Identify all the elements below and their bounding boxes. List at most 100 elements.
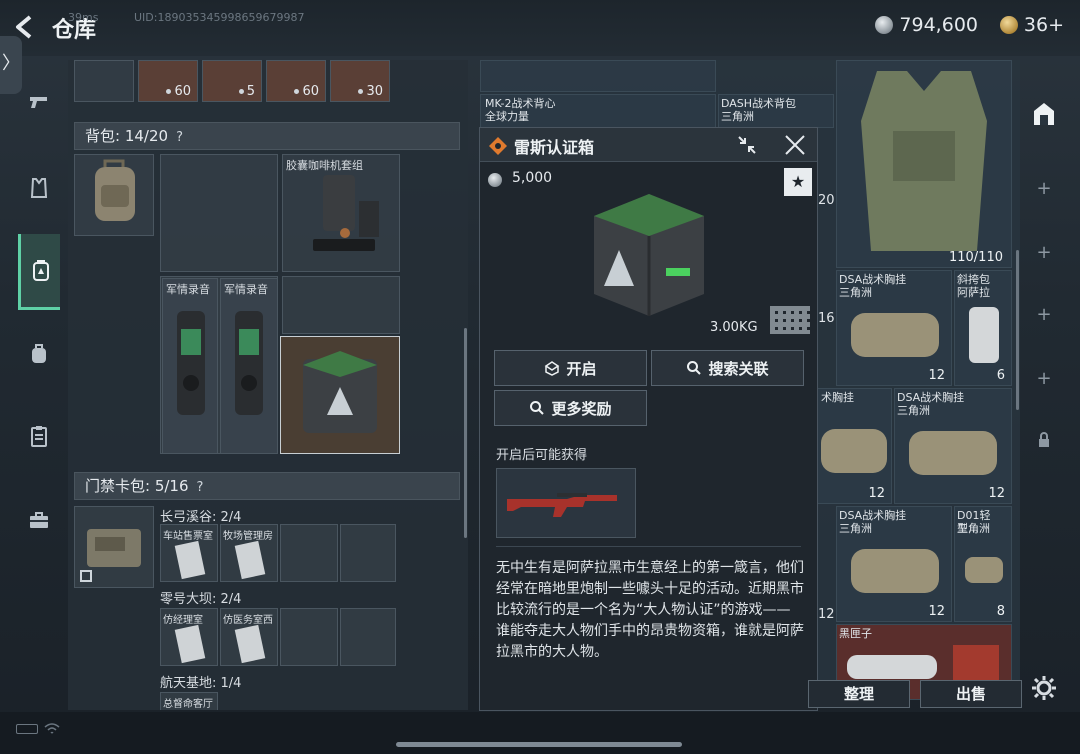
keycard-bag-slot[interactable] <box>74 506 154 588</box>
keycard-slot[interactable]: 总督命客厅 <box>160 692 218 710</box>
backpack-item-crate-selected[interactable] <box>280 336 400 454</box>
scrollbar[interactable] <box>1016 250 1019 410</box>
item-name: DSA战术胸挂 <box>839 273 907 286</box>
gear-icon[interactable] <box>1030 674 1058 702</box>
organize-button[interactable]: 整理 <box>808 680 910 708</box>
clipboard-icon <box>31 426 47 447</box>
duffel-bag-icon <box>851 549 939 593</box>
keycard-group-title: 航天基地: 1/4 <box>160 676 242 691</box>
keycard-slot[interactable] <box>340 608 396 666</box>
rifle-icon <box>507 493 617 517</box>
stash-item[interactable]: DSA战术胸挂 三角洲 12 <box>836 506 952 622</box>
keycard-slot[interactable] <box>340 524 396 582</box>
sell-button[interactable]: 出售 <box>920 680 1022 708</box>
item-name: 军情录音 <box>224 283 268 296</box>
close-icon[interactable] <box>784 134 806 156</box>
item-quantity: 12 <box>928 604 945 619</box>
collapse-icon[interactable] <box>736 134 758 156</box>
stash-item[interactable]: DSA战术胸挂 三角洲 12 <box>836 270 952 386</box>
nav-weapons[interactable] <box>18 72 60 132</box>
backpack-header[interactable]: 背包: 14/20? <box>74 122 460 150</box>
help-icon[interactable]: ? <box>197 475 204 501</box>
stash-tab-add[interactable]: + <box>1022 284 1066 344</box>
stash-slot[interactable] <box>74 60 134 102</box>
keycard-slot[interactable]: 牧场管理房 <box>220 524 278 582</box>
help-icon[interactable]: ? <box>176 125 183 151</box>
item-weight: 3.00KG <box>710 320 758 335</box>
stash-item[interactable]: D01轻型… 三角洲 8 <box>954 506 1012 622</box>
ticket-value: 36+ <box>1023 14 1064 36</box>
nav-armor[interactable] <box>18 158 60 218</box>
stash-slot[interactable]: 60 <box>266 60 326 102</box>
backpack-slot[interactable] <box>160 154 278 272</box>
stash-slot[interactable]: 30 <box>330 60 390 102</box>
keycard-icon <box>234 540 266 580</box>
nav-backpack-safe[interactable] <box>18 234 60 310</box>
item-name: DSA战术胸挂 <box>839 509 907 522</box>
item-quantity: 8 <box>996 604 1005 619</box>
status-bar <box>0 712 1080 754</box>
favorite-star-icon[interactable]: ★ <box>784 168 812 196</box>
nav-backpack[interactable] <box>18 324 60 384</box>
item-quantity: 5 <box>246 84 255 99</box>
stash-tab-locked[interactable] <box>1022 410 1066 470</box>
keycard-slot[interactable]: 仿经理室 <box>160 608 218 666</box>
ticket-display[interactable]: 36+ <box>999 14 1064 36</box>
keycard-slot[interactable] <box>280 524 338 582</box>
stash-slot[interactable]: 60 <box>138 60 198 102</box>
stash-item[interactable]: DASH战术背包 三角洲 <box>718 94 834 128</box>
sling-bag-icon <box>969 307 999 363</box>
stash-tab-safe[interactable] <box>1022 84 1066 144</box>
more-rewards-button[interactable]: 更多奖励 <box>494 390 647 426</box>
equipped-backpack-slot[interactable] <box>74 154 154 236</box>
more-rewards-label: 更多奖励 <box>551 399 612 418</box>
currency-value: 794,600 <box>899 14 978 36</box>
stash-item-body-armor[interactable]: 110/110 <box>836 60 1012 268</box>
item-name: 斜挎包 <box>957 273 990 286</box>
small-bag-icon <box>965 557 1003 583</box>
keycard-capacity: 门禁卡包: 5/16 <box>85 477 189 495</box>
keycard-bag-header[interactable]: 门禁卡包: 5/16? <box>74 472 460 500</box>
voice-recorder-icon <box>235 311 263 415</box>
backpack-item-coffee-machine[interactable]: 胶囊咖啡机套组 <box>282 154 400 272</box>
home-indicator[interactable] <box>396 742 682 747</box>
item-quantity: 12 <box>928 368 945 383</box>
scrollbar[interactable] <box>464 328 467 538</box>
search-icon <box>687 361 702 375</box>
grid-size-icon <box>770 306 810 334</box>
rarity-diamond-icon <box>489 137 507 155</box>
stash-item[interactable]: MK-2战术背心 全球力量 <box>480 94 716 128</box>
stash-tab-bar: + + + + <box>1022 62 1066 702</box>
stash-tab-add[interactable]: + <box>1022 348 1066 408</box>
keycard-icon <box>174 624 206 664</box>
search-related-label: 搜索关联 <box>708 359 769 378</box>
keycard-slot[interactable]: 仿医务室西 <box>220 608 278 666</box>
item-price: 5,000 <box>512 170 553 186</box>
backpack-slot[interactable] <box>282 276 400 334</box>
keycard-case-icon <box>80 529 141 582</box>
partial-quantity: 12 <box>818 607 835 622</box>
keycard-slot[interactable]: 车站售票室 <box>160 524 218 582</box>
open-box-icon <box>545 361 560 376</box>
nav-consumables[interactable] <box>18 406 60 466</box>
duffel-bag-icon <box>851 313 939 357</box>
stash-slot[interactable]: 5 <box>202 60 262 102</box>
keycard-slot[interactable] <box>280 608 338 666</box>
stash-cell[interactable] <box>480 60 716 92</box>
backpack-item-recording[interactable]: 军情录音 <box>220 278 278 454</box>
backpack-item-recording[interactable]: 军情录音 <box>162 278 218 454</box>
open-button[interactable]: 开启 <box>494 350 647 386</box>
ticket-icon <box>999 16 1018 34</box>
search-related-button[interactable]: 搜索关联 <box>651 350 804 386</box>
stash-item[interactable]: 斜挎包 阿萨拉 6 <box>954 270 1012 386</box>
item-quantity: 6 <box>996 368 1005 383</box>
backpack-icon <box>32 344 46 363</box>
reward-item-slot[interactable] <box>496 468 636 538</box>
stash-tab-add[interactable]: + <box>1022 222 1066 282</box>
nav-tools[interactable] <box>18 490 60 550</box>
keycard-name: 牧场管理房 <box>223 531 273 542</box>
stash-tab-add[interactable]: + <box>1022 158 1066 218</box>
stash-item[interactable]: DSA战术胸挂 三角洲 12 <box>894 388 1012 504</box>
open-button-label: 开启 <box>566 359 597 378</box>
divider <box>496 546 801 547</box>
